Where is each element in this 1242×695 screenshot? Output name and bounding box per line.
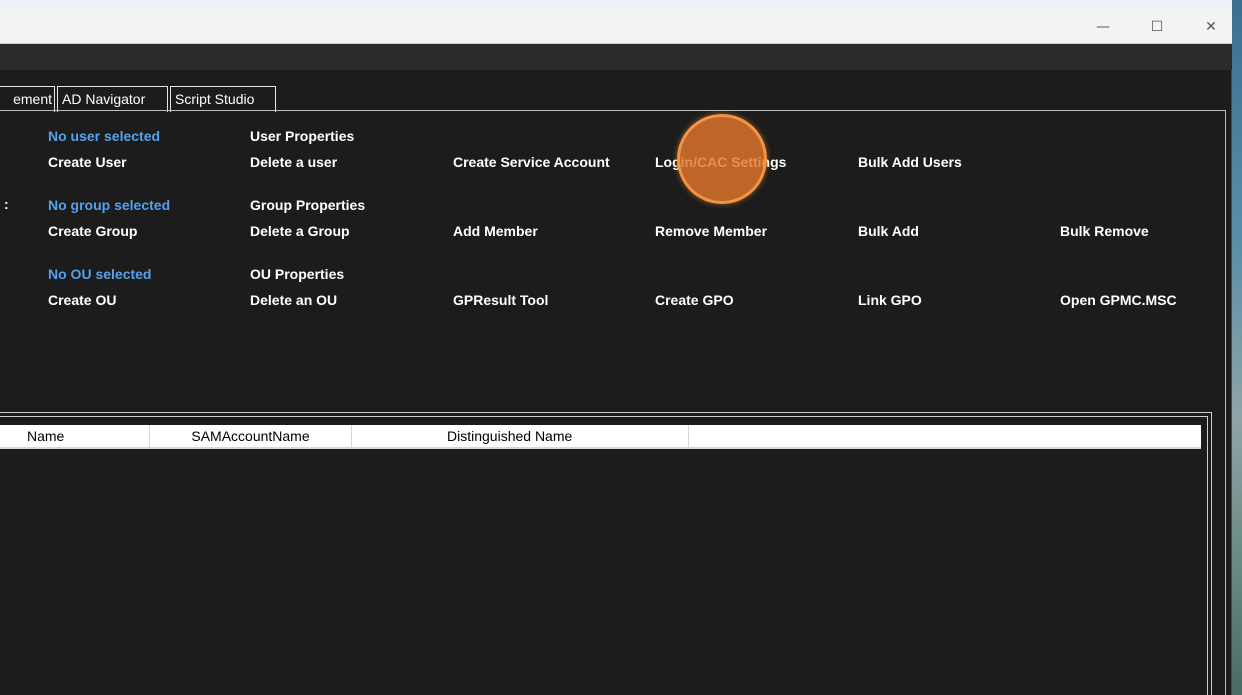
group-row-separator: :: [4, 196, 9, 212]
create-group-button[interactable]: Create Group: [48, 222, 137, 240]
click-indicator: [677, 114, 767, 204]
bulk-add-users-button[interactable]: Bulk Add Users: [858, 153, 962, 171]
create-user-button[interactable]: Create User: [48, 153, 127, 171]
tab-strip: ement AD Navigator Script Studio: [0, 86, 278, 112]
group-properties-button[interactable]: Group Properties: [250, 196, 365, 214]
delete-ou-button[interactable]: Delete an OU: [250, 291, 337, 309]
results-grid-header: Name SAMAccountName Distinguished Name: [0, 425, 1201, 449]
desktop-top-edge: [0, 0, 1242, 10]
remove-member-button[interactable]: Remove Member: [655, 222, 767, 240]
app-window: — ☐ ✕ ement AD Navigator Script Studio N…: [0, 10, 1232, 695]
column-header-distinguished-name[interactable]: Distinguished Name: [352, 425, 689, 447]
menu-bar: [0, 44, 1232, 70]
column-header-samaccountname[interactable]: SAMAccountName: [150, 425, 352, 447]
delete-user-button[interactable]: Delete a user: [250, 153, 337, 171]
group-selection-status: No group selected: [48, 197, 171, 213]
desktop-background: [1232, 0, 1242, 695]
create-ou-button[interactable]: Create OU: [48, 291, 116, 309]
tab-script-studio[interactable]: Script Studio: [170, 86, 276, 112]
minimize-icon[interactable]: —: [1080, 10, 1126, 44]
results-grid-body[interactable]: [0, 451, 1201, 695]
ou-selection-status: No OU selected: [48, 266, 152, 282]
bulk-remove-button[interactable]: Bulk Remove: [1060, 222, 1149, 240]
tab-management[interactable]: ement: [0, 86, 55, 112]
user-properties-button[interactable]: User Properties: [250, 127, 354, 145]
open-gpmc-button[interactable]: Open GPMC.MSC: [1060, 291, 1177, 309]
link-gpo-button[interactable]: Link GPO: [858, 291, 922, 309]
column-header-name[interactable]: Name: [0, 425, 150, 447]
ou-properties-button[interactable]: OU Properties: [250, 265, 344, 283]
gpresult-tool-button[interactable]: GPResult Tool: [453, 291, 548, 309]
title-bar: — ☐ ✕: [0, 10, 1232, 44]
add-member-button[interactable]: Add Member: [453, 222, 538, 240]
create-service-account-button[interactable]: Create Service Account: [453, 153, 610, 171]
delete-group-button[interactable]: Delete a Group: [250, 222, 350, 240]
tab-ad-navigator[interactable]: AD Navigator: [57, 86, 168, 112]
user-selection-status: No user selected: [48, 128, 161, 144]
close-icon[interactable]: ✕: [1188, 10, 1234, 44]
bulk-add-button[interactable]: Bulk Add: [858, 222, 919, 240]
create-gpo-button[interactable]: Create GPO: [655, 291, 734, 309]
column-header-filler: [689, 425, 1201, 447]
maximize-icon[interactable]: ☐: [1134, 10, 1180, 44]
